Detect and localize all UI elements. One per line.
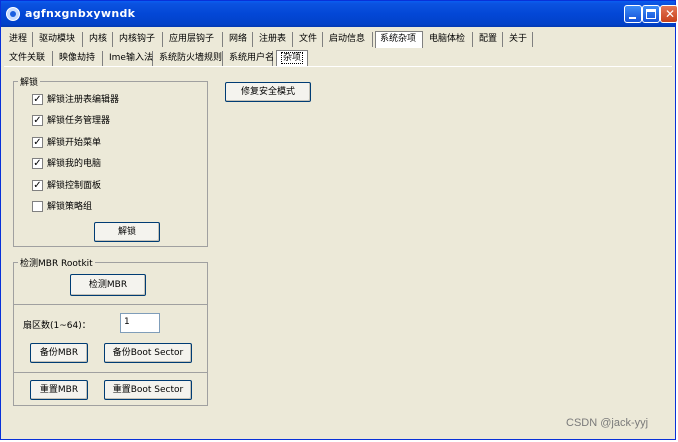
checkbox-label: 解锁开始菜单 — [47, 138, 102, 148]
minimize-button[interactable] — [624, 5, 642, 23]
tab-app-hooks[interactable]: 应用层钩子 — [165, 32, 223, 47]
backup-boot-sector-button[interactable]: 备份Boot Sector — [104, 343, 192, 363]
reset-mbr-button[interactable]: 重置MBR — [30, 380, 88, 400]
mbr-rootkit-group: 检测MBR Rootkit 检测MBR 扇区数(1~64)： 1 备份MBR 备… — [13, 256, 208, 406]
app-icon — [6, 7, 20, 21]
main-tab-bar: 进程 驱动模块 内核 内核钩子 应用层钩子 网络 注册表 文件 启动信息 系统杂… — [5, 31, 673, 48]
close-icon: ✕ — [665, 7, 676, 21]
checkbox-box[interactable] — [32, 201, 43, 212]
tab-pc-check[interactable]: 电脑体检 — [425, 32, 473, 47]
reset-boot-sector-button[interactable]: 重置Boot Sector — [104, 380, 192, 400]
tab-registry[interactable]: 注册表 — [255, 32, 293, 47]
content-panel: 解锁 ✓ 解锁注册表编辑器 ✓ 解锁任务管理器 ✓ 解锁开始菜单 ✓ 解锁我的电… — [4, 66, 672, 439]
tab-config[interactable]: 配置 — [475, 32, 503, 47]
checkbox-label: 解锁注册表编辑器 — [47, 95, 120, 105]
mbr-divider-1 — [14, 304, 207, 305]
maximize-button[interactable] — [642, 5, 660, 23]
mbr-group-title: 检测MBR Rootkit — [18, 256, 95, 269]
main-window: agfnxgnbxywndk ✕ 进程 驱动模块 内核 内核钩子 应用层钩子 网… — [0, 0, 678, 440]
checkbox-label: 解锁控制面板 — [47, 181, 102, 191]
checkbox-box[interactable]: ✓ — [32, 158, 43, 169]
checkbox-label: 解锁策略组 — [47, 202, 93, 212]
unlock-group: 解锁 ✓ 解锁注册表编辑器 ✓ 解锁任务管理器 ✓ 解锁开始菜单 ✓ 解锁我的电… — [13, 75, 208, 247]
maximize-icon — [646, 9, 656, 19]
tab-kernel-hooks[interactable]: 内核钩子 — [115, 32, 163, 47]
checkbox-box[interactable]: ✓ — [32, 137, 43, 148]
tab-driver-modules[interactable]: 驱动模块 — [35, 32, 83, 47]
checkbox-box[interactable]: ✓ — [32, 180, 43, 191]
close-button[interactable]: ✕ — [660, 5, 678, 23]
checkbox-box[interactable]: ✓ — [32, 94, 43, 105]
subtab-image-hijack[interactable]: 映像劫持 — [55, 51, 103, 66]
checkbox-label: 解锁我的电脑 — [47, 159, 102, 169]
tab-system-misc[interactable]: 系统杂项 — [375, 31, 423, 48]
subtab-misc-label: 杂项 — [281, 52, 304, 64]
subtab-system-users[interactable]: 系统用户名 — [225, 51, 274, 66]
unlock-button[interactable]: 解锁 — [94, 222, 160, 242]
tab-kernel[interactable]: 内核 — [85, 32, 113, 47]
detect-mbr-button[interactable]: 检测MBR — [70, 274, 146, 296]
sector-count-label: 扇区数(1~64)： — [23, 321, 91, 331]
sub-tab-bar: 文件关联 映像劫持 Ime输入法 系统防火墙规则 系统用户名 杂项 — [5, 50, 673, 67]
tab-about[interactable]: 关于 — [505, 32, 533, 47]
tab-process[interactable]: 进程 — [5, 32, 33, 47]
checkbox-label: 解锁任务管理器 — [47, 116, 111, 126]
sector-count-input[interactable]: 1 — [120, 313, 160, 333]
backup-mbr-button[interactable]: 备份MBR — [30, 343, 88, 363]
subtab-file-association[interactable]: 文件关联 — [5, 51, 53, 66]
checkbox-box[interactable]: ✓ — [32, 115, 43, 126]
subtab-misc[interactable]: 杂项 — [276, 50, 308, 67]
subtab-ime[interactable]: Ime输入法 — [105, 51, 153, 66]
minimize-icon — [629, 17, 636, 19]
tab-startup[interactable]: 启动信息 — [325, 32, 373, 47]
repair-safe-mode-button[interactable]: 修复安全模式 — [225, 82, 311, 102]
mbr-divider-2 — [14, 372, 207, 373]
watermark: CSDN @jack-yyj — [566, 417, 649, 429]
unlock-group-title: 解锁 — [18, 75, 41, 88]
subtab-firewall-rules[interactable]: 系统防火墙规则 — [155, 51, 223, 66]
title-bar[interactable]: agfnxgnbxywndk ✕ — [1, 1, 678, 27]
tab-network[interactable]: 网络 — [225, 32, 253, 47]
tab-file[interactable]: 文件 — [295, 32, 323, 47]
window-title: agfnxgnbxywndk — [25, 7, 136, 20]
